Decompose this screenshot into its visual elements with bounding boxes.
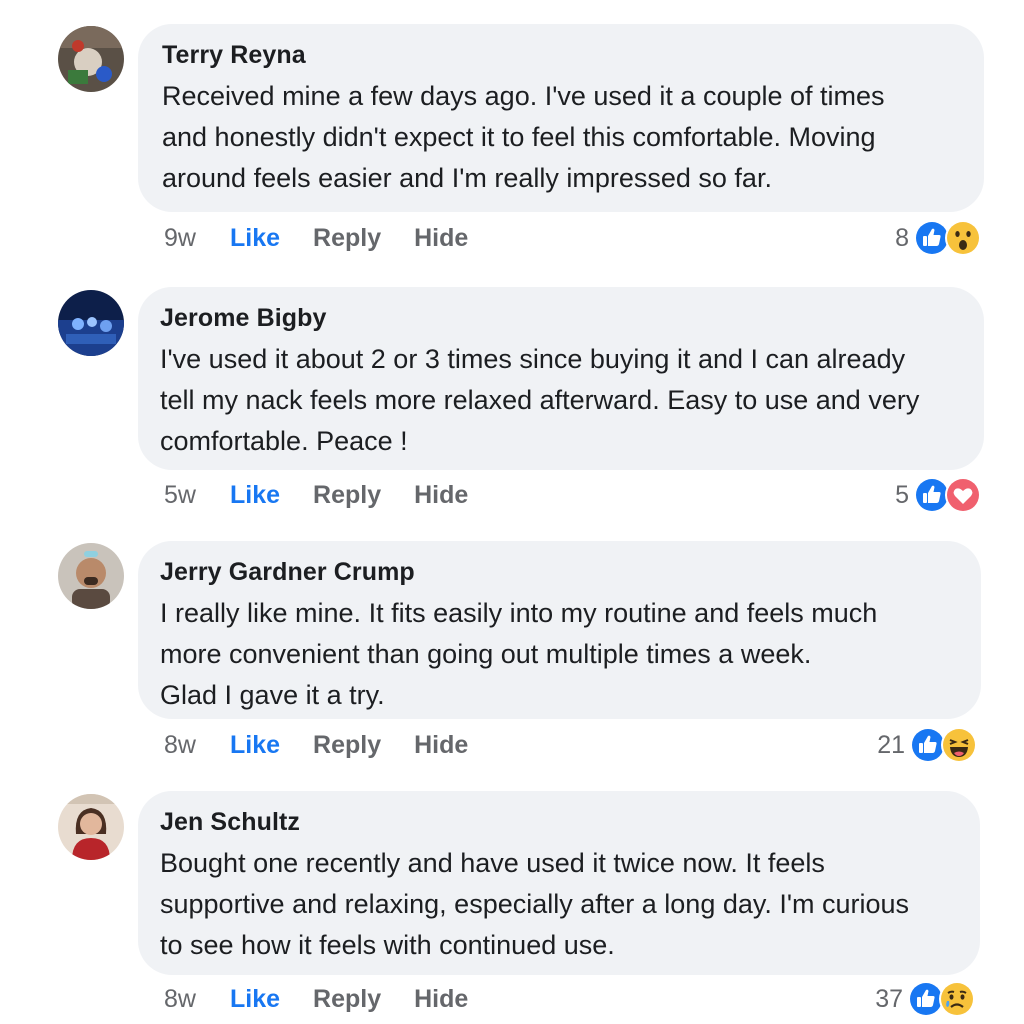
reaction-summary[interactable]: 5 (895, 475, 982, 515)
avatar[interactable] (58, 26, 124, 92)
haha-icon (941, 727, 977, 763)
comment-bubble: Terry Reyna Received mine a few days ago… (138, 24, 984, 212)
avatar[interactable] (58, 290, 124, 356)
avatar-photo (58, 26, 124, 92)
hide-button[interactable]: Hide (414, 731, 468, 760)
comment-author[interactable]: Jerry Gardner Crump (160, 557, 959, 587)
comment-text: I really like mine. It fits easily into … (160, 598, 878, 710)
love-icon (945, 477, 981, 513)
comment-bubble: Jerome Bigby I've used it about 2 or 3 t… (138, 287, 984, 470)
wow-icon (945, 220, 981, 256)
reply-button[interactable]: Reply (313, 224, 381, 253)
reaction-summary[interactable]: 8 (895, 218, 982, 258)
reply-button[interactable]: Reply (313, 731, 381, 760)
comment-timestamp[interactable]: 8w (164, 985, 230, 1014)
comment-author[interactable]: Jerome Bigby (160, 303, 962, 333)
comment-actions: 8w Like Reply Hide (164, 728, 501, 762)
reaction-count: 5 (895, 480, 909, 509)
avatar[interactable] (58, 543, 124, 609)
reply-button[interactable]: Reply (313, 481, 381, 510)
reaction-summary[interactable]: 21 (877, 725, 978, 765)
hide-button[interactable]: Hide (414, 224, 468, 253)
avatar-photo (58, 290, 124, 356)
reply-button[interactable]: Reply (313, 985, 381, 1014)
hide-button[interactable]: Hide (414, 985, 468, 1014)
comment-actions: 9w Like Reply Hide (164, 221, 501, 255)
reaction-count: 21 (877, 730, 905, 759)
comment-bubble: Jerry Gardner Crump I really like mine. … (138, 541, 981, 719)
avatar-photo (58, 543, 124, 609)
comment-timestamp[interactable]: 5w (164, 481, 230, 510)
hide-button[interactable]: Hide (414, 481, 468, 510)
comment-text: I've used it about 2 or 3 times since bu… (160, 344, 920, 456)
comment-author[interactable]: Terry Reyna (162, 40, 962, 70)
comment-timestamp[interactable]: 9w (164, 224, 230, 253)
comment-bubble: Jen Schultz Bought one recently and have… (138, 791, 980, 975)
like-button[interactable]: Like (230, 731, 280, 760)
comment-author[interactable]: Jen Schultz (160, 807, 958, 837)
sad-icon (939, 981, 975, 1017)
reaction-count: 37 (875, 984, 903, 1013)
avatar[interactable] (58, 794, 124, 860)
comment-text: Received mine a few days ago. I've used … (162, 81, 885, 193)
avatar-photo (58, 794, 124, 860)
like-button[interactable]: Like (230, 985, 280, 1014)
comment-actions: 5w Like Reply Hide (164, 478, 501, 512)
reaction-count: 8 (895, 223, 909, 252)
comment-timestamp[interactable]: 8w (164, 731, 230, 760)
comment-text: Bought one recently and have used it twi… (160, 848, 910, 960)
like-button[interactable]: Like (230, 481, 280, 510)
comment-actions: 8w Like Reply Hide (164, 982, 501, 1016)
like-button[interactable]: Like (230, 224, 280, 253)
reaction-summary[interactable]: 37 (875, 979, 976, 1019)
